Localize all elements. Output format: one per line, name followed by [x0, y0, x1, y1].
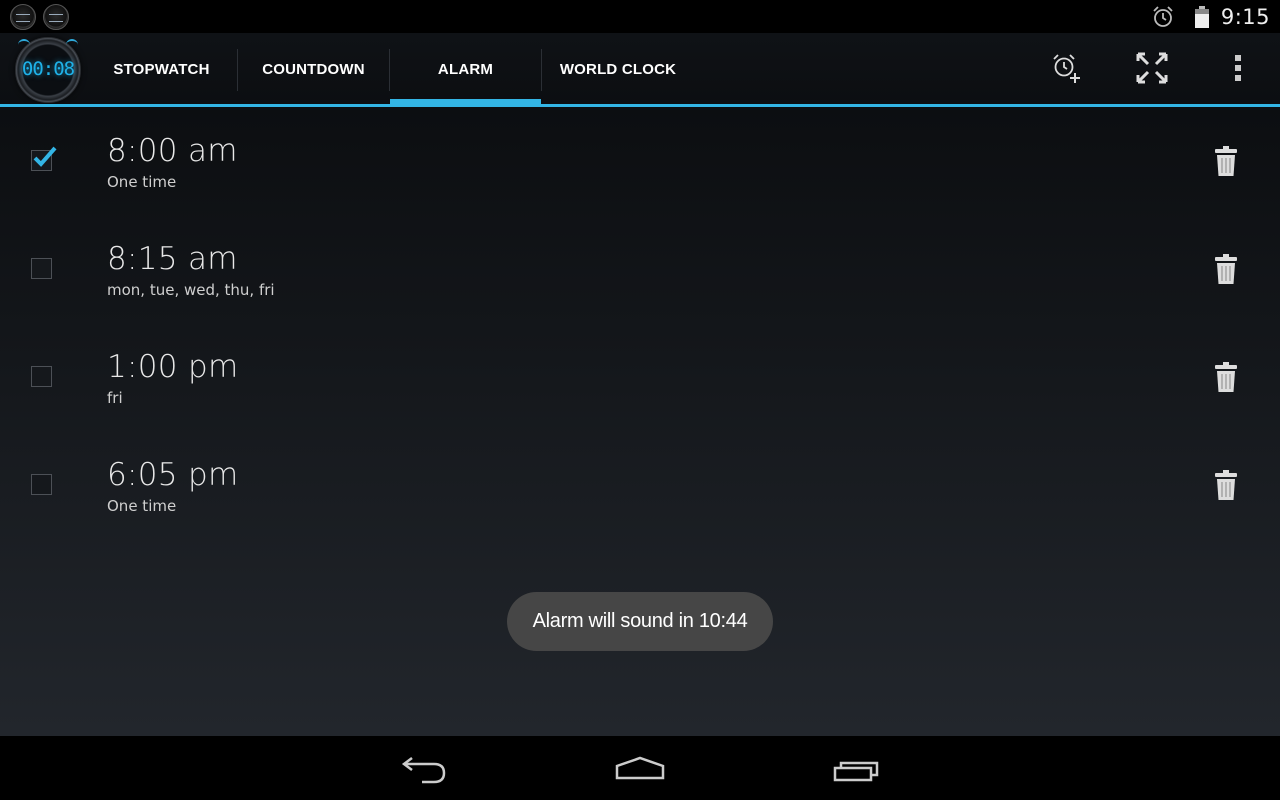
alarm-row[interactable]: 8:00 am One time	[0, 107, 1280, 215]
tab-countdown[interactable]: COUNTDOWN	[238, 33, 389, 105]
tab-world-clock[interactable]: WORLD CLOCK	[542, 33, 694, 105]
alarm-enabled-checkbox[interactable]	[31, 366, 52, 387]
toast-message: Alarm will sound in 10:44	[507, 592, 773, 651]
alarm-row[interactable]: 8:15 am mon, tue, wed, thu, fri	[0, 215, 1280, 323]
battery-icon	[1194, 5, 1209, 28]
status-time: 9:15	[1220, 4, 1270, 29]
tab-label: STOPWATCH	[113, 60, 210, 78]
alarm-row[interactable]: 1:00 pm fri	[0, 323, 1280, 431]
delete-alarm-icon[interactable]	[1214, 145, 1238, 177]
tab-label: WORLD CLOCK	[559, 60, 677, 78]
tab-label: COUNTDOWN	[262, 60, 365, 78]
tab-alarm[interactable]: ALARM	[390, 33, 541, 105]
alarm-time: 1:00 pm	[107, 349, 239, 385]
checkmark-icon	[33, 146, 57, 167]
alarm-enabled-checkbox[interactable]	[31, 474, 52, 495]
app-logo-bell-right	[66, 39, 78, 45]
add-alarm-icon[interactable]	[1050, 50, 1086, 86]
alarm-time: 8:00 am	[107, 133, 238, 169]
fullscreen-icon[interactable]	[1134, 50, 1170, 86]
delete-alarm-icon[interactable]	[1214, 253, 1238, 285]
alarm-icon	[1153, 5, 1173, 27]
tab-stopwatch[interactable]: STOPWATCH	[86, 33, 237, 105]
alarm-time: 6:05 pm	[107, 457, 239, 493]
alarm-row[interactable]: 6:05 pm One time	[0, 431, 1280, 539]
app-logo-bell-left	[18, 39, 30, 45]
status-bar: 9:15	[0, 0, 1280, 33]
alarm-days: mon, tue, wed, thu, fri	[107, 281, 275, 299]
app-notification-icon	[10, 4, 36, 30]
alarm-days: fri	[107, 389, 123, 407]
home-icon[interactable]	[610, 752, 670, 788]
overflow-menu-icon[interactable]	[1220, 50, 1256, 86]
alarm-enabled-checkbox[interactable]	[31, 258, 52, 279]
delete-alarm-icon[interactable]	[1214, 361, 1238, 393]
app-logo-time: 00:08	[21, 58, 75, 80]
delete-alarm-icon[interactable]	[1214, 469, 1238, 501]
app-notification-icon	[43, 4, 69, 30]
back-icon[interactable]	[394, 752, 454, 788]
tab-label: ALARM	[437, 60, 494, 78]
recent-apps-icon[interactable]	[828, 752, 888, 788]
alarm-days: One time	[107, 173, 177, 191]
alarm-days: One time	[107, 497, 177, 515]
alarm-time: 8:15 am	[107, 241, 238, 277]
